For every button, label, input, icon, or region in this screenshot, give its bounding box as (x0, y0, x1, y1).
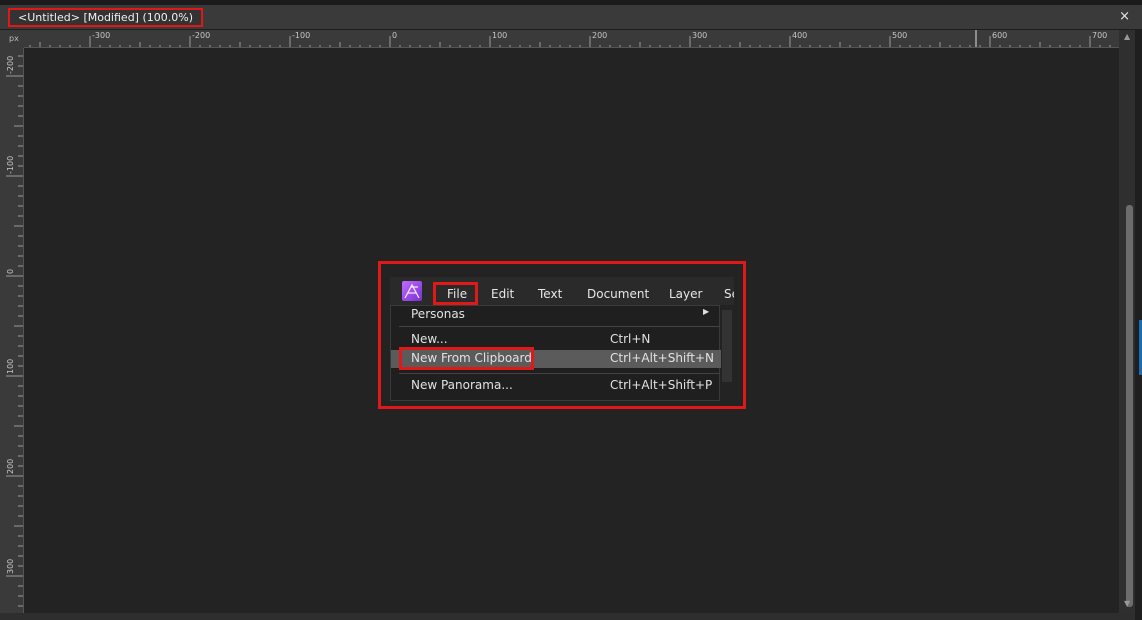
close-icon[interactable]: × (1119, 9, 1130, 24)
menu-separator (399, 326, 719, 327)
menu-document[interactable]: Document (587, 287, 649, 301)
right-panel-edge (1135, 30, 1142, 620)
ruler-tick-label: 200 (6, 459, 15, 474)
menu-item-label: New... (411, 332, 448, 346)
menu-layer[interactable]: Layer (669, 287, 702, 301)
menu-item-new-panorama[interactable]: New Panorama... Ctrl+Alt+Shift+P (391, 377, 721, 395)
menu-screenshot: File Edit Text Document Layer Se Persona… (390, 277, 734, 401)
dropdown-scrollbar (722, 310, 732, 382)
menu-item-personas[interactable]: Personas ▶ (391, 306, 721, 324)
scroll-up-icon[interactable]: ▲ (1124, 32, 1130, 41)
menubar: File Edit Text Document Layer Se (390, 277, 734, 305)
scroll-down-icon[interactable]: ▼ (1124, 599, 1130, 608)
file-highlight-box (433, 282, 478, 305)
ruler-tick-label: 300 (692, 31, 707, 40)
menu-item-label: Personas (411, 307, 465, 321)
document-tab-bar: <Untitled> [Modified] (100.0%) × (0, 5, 1142, 30)
clipboard-highlight-box (399, 347, 534, 370)
ruler-tick-label: 200 (592, 31, 607, 40)
menu-item-label: New Panorama... (411, 378, 513, 392)
ruler-tick-label: 100 (492, 31, 507, 40)
chevron-right-icon: ▶ (703, 307, 710, 316)
ruler-tick-label: -200 (6, 56, 15, 74)
menu-text[interactable]: Text (538, 287, 562, 301)
vertical-scrollbar[interactable]: ▲ ▼ (1119, 30, 1135, 613)
ruler-tick-label: -300 (92, 31, 110, 40)
document-tab[interactable]: <Untitled> [Modified] (100.0%) (8, 8, 203, 27)
menu-item-shortcut: Ctrl+N (610, 332, 651, 346)
ruler-tick-label: 100 (6, 359, 15, 374)
ruler-tick-label: 600 (992, 31, 1007, 40)
ruler-tick-label: 0 (392, 31, 397, 40)
horizontal-ruler[interactable]: -300 -200 -100 0 100 200 300 400 500 600 700 (24, 30, 1119, 48)
vertical-ruler[interactable]: -200 -100 0 100 200 300 (0, 48, 24, 613)
ruler-tick-label: -200 (192, 31, 210, 40)
ruler-tick-label: -100 (6, 156, 15, 174)
ruler-unit: px (0, 30, 24, 48)
ruler-tick-label: -100 (292, 31, 310, 40)
menu-select[interactable]: Se (724, 287, 734, 301)
affinity-publisher-logo-icon (402, 281, 422, 301)
ruler-tick-label: 0 (6, 269, 15, 274)
file-dropdown: Personas ▶ New... Ctrl+N New From Clipbo… (390, 305, 721, 401)
menu-item-shortcut: Ctrl+Alt+Shift+N (610, 351, 715, 365)
scrollbar-thumb[interactable] (1126, 205, 1133, 607)
ruler-tick-label: 700 (1092, 31, 1107, 40)
vertical-ruler-marks: -200 -100 0 100 200 300 (6, 55, 23, 607)
menu-separator (399, 373, 719, 374)
ruler-tick-label: 300 (6, 559, 15, 574)
ruler-tick-label: 500 (892, 31, 907, 40)
menu-item-new-from-clipboard[interactable]: New From Clipboard Ctrl+Alt+Shift+N (391, 347, 721, 370)
ruler-tick-label: 400 (792, 31, 807, 40)
menu-item-shortcut: Ctrl+Alt+Shift+P (610, 378, 713, 392)
menu-edit[interactable]: Edit (491, 287, 514, 301)
horizontal-ruler-marks: -300 -200 -100 0 100 200 300 400 500 600 700 (29, 30, 1111, 47)
horizontal-scrollbar[interactable] (0, 613, 1135, 620)
